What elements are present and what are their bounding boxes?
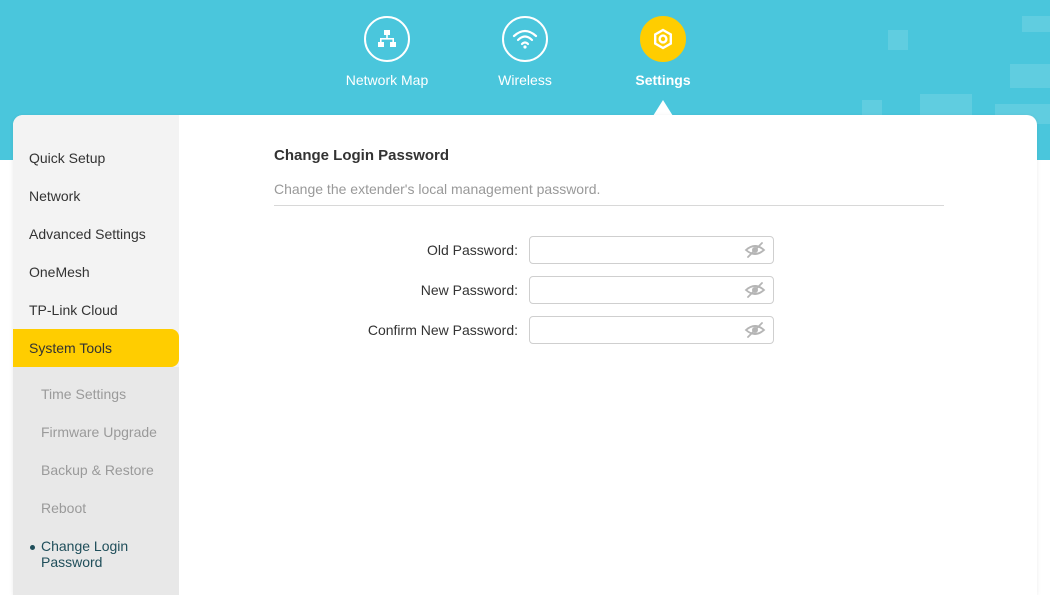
network-map-icon [364, 16, 410, 62]
sidebar-item-quick-setup[interactable]: Quick Setup [13, 139, 179, 177]
wifi-icon [502, 16, 548, 62]
main-panel: Quick Setup Network Advanced Settings On… [13, 115, 1037, 595]
header-decoration [888, 30, 908, 50]
header-decoration [1022, 16, 1050, 32]
eye-off-icon[interactable] [744, 321, 766, 339]
sidebar: Quick Setup Network Advanced Settings On… [13, 115, 179, 595]
submenu-item-time-settings[interactable]: Time Settings [41, 386, 126, 402]
old-password-row: Old Password: [274, 236, 944, 264]
header-decoration [1010, 64, 1050, 88]
sidebar-item-network[interactable]: Network [13, 177, 179, 215]
old-password-field[interactable] [529, 236, 774, 264]
confirm-password-field[interactable] [529, 316, 774, 344]
submenu-item-backup-restore[interactable]: Backup & Restore [41, 462, 154, 478]
nav-label: Wireless [498, 72, 552, 88]
nav-label: Network Map [345, 72, 429, 88]
settings-gear-icon [640, 16, 686, 62]
page-description: Change the extender's local management p… [274, 181, 601, 197]
nav-wireless[interactable]: Wireless [455, 16, 595, 88]
new-password-field[interactable] [529, 276, 774, 304]
active-tab-pointer [653, 100, 673, 116]
confirm-password-label: Confirm New Password: [367, 322, 518, 338]
new-password-row: New Password: [274, 276, 944, 304]
sidebar-item-advanced-settings[interactable]: Advanced Settings [13, 215, 179, 253]
current-item-bullet [30, 545, 35, 550]
sidebar-item-onemesh[interactable]: OneMesh [13, 253, 179, 291]
sidebar-item-system-tools[interactable]: System Tools [13, 329, 179, 367]
old-password-label: Old Password: [426, 242, 518, 258]
eye-off-icon[interactable] [744, 241, 766, 259]
nav-settings[interactable]: Settings [593, 16, 733, 88]
submenu-item-change-login-password[interactable]: Change Login Password [41, 538, 161, 570]
confirm-password-row: Confirm New Password: [274, 316, 944, 344]
page-title: Change Login Password [274, 147, 450, 164]
divider [274, 205, 944, 206]
sidebar-item-tp-link-cloud[interactable]: TP-Link Cloud [13, 291, 179, 329]
nav-label: Settings [635, 72, 691, 88]
submenu-item-firmware-upgrade[interactable]: Firmware Upgrade [41, 424, 157, 440]
new-password-label: New Password: [420, 282, 518, 298]
submenu-item-reboot[interactable]: Reboot [41, 500, 86, 516]
nav-network-map[interactable]: Network Map [317, 16, 457, 88]
eye-off-icon[interactable] [744, 281, 766, 299]
